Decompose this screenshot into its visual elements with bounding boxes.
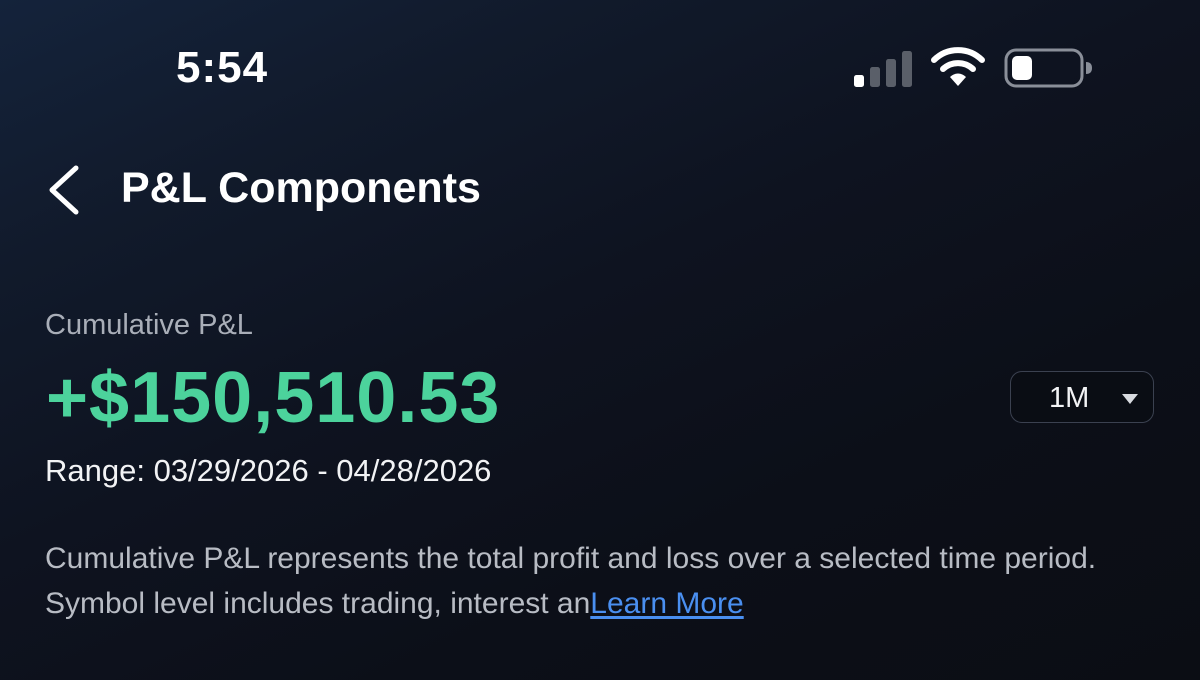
cellular-signal-icon — [854, 51, 912, 87]
status-bar-icons — [848, 46, 1093, 90]
pnl-description: Cumulative P&L represents the total prof… — [45, 536, 1165, 626]
cumulative-pnl-value: +$150,510.53 — [46, 358, 501, 438]
battery-icon — [1004, 48, 1092, 88]
status-bar-time: 5:54 — [176, 43, 269, 92]
page-title: P&L Components — [121, 164, 481, 212]
back-button[interactable] — [40, 158, 90, 218]
period-selector[interactable]: 1M — [1010, 371, 1154, 423]
caret-down-icon — [1122, 394, 1138, 404]
wifi-icon — [931, 47, 985, 86]
period-selected-value: 1M — [1049, 382, 1090, 414]
description-text: Cumulative P&L represents the total prof… — [45, 542, 1097, 620]
learn-more-link[interactable]: Learn More — [590, 587, 743, 620]
date-range: Range: 03/29/2026 - 04/28/2026 — [45, 453, 492, 488]
navigation-header: P&L Components — [40, 152, 1140, 224]
cumulative-pnl-label: Cumulative P&L — [45, 309, 253, 341]
chevron-left-icon — [49, 165, 79, 215]
